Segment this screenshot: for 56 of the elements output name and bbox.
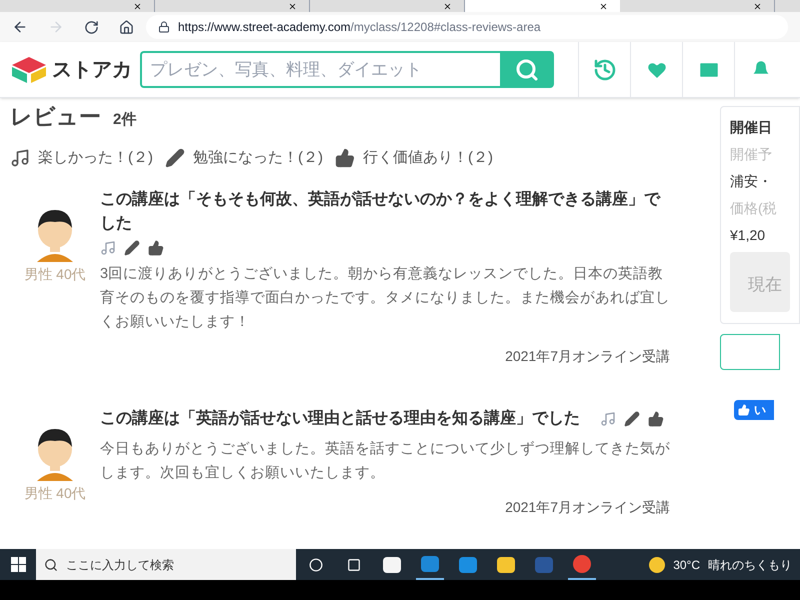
like-button[interactable]: い <box>734 400 774 420</box>
reviewer-info: 男性 40代 <box>24 264 86 284</box>
weather-icon[interactable] <box>649 556 666 572</box>
reload-icon[interactable] <box>84 20 99 34</box>
review-count: 2件 <box>113 110 136 130</box>
close-icon[interactable] <box>599 2 608 10</box>
reaction-count: 楽しかった！(２) <box>38 148 153 168</box>
close-icon[interactable] <box>753 2 762 10</box>
reviewer-info: 男性 40代 <box>24 484 86 502</box>
cortana-circle-icon[interactable] <box>309 558 323 572</box>
review-title: この講座は「そもそも何故、英語が話せないのか？をよく理解できる講座」でした <box>100 189 662 234</box>
search-field[interactable]: プレゼン、写真、料理、ダイエット <box>140 51 500 88</box>
outlined-button[interactable] <box>720 334 780 370</box>
close-icon[interactable] <box>133 2 142 10</box>
field-value: 浦安・ <box>730 172 773 191</box>
search-icon <box>44 558 58 572</box>
review-date: 2021年7月オンライン受講 <box>504 346 670 366</box>
card-heading: 開催日 <box>730 118 773 137</box>
app-icon[interactable] <box>383 556 401 572</box>
taskbar-search-field[interactable]: ここに入力して検索 <box>36 549 296 580</box>
pencil-icon <box>165 148 185 168</box>
close-icon[interactable] <box>443 2 452 10</box>
review-body: 今日もありがとうございました。英語を話すことについて少しずつ理解してきた気がします。次回も宜しくお願いいたします。 <box>100 440 670 482</box>
address-bar[interactable]: https://www.street-academy.com/myclass/12208#class-reviews-area <box>146 15 788 39</box>
thumbs-up-icon <box>335 148 355 168</box>
reviews-heading: レビュー <box>10 103 101 131</box>
review-title: この講座は「英語が話せない理由と話せる理由を知る講座」でした <box>100 408 580 428</box>
close-icon[interactable] <box>288 2 297 10</box>
field-label: 開催予 <box>730 145 773 164</box>
back-icon[interactable] <box>12 19 28 35</box>
search-icon <box>515 58 539 82</box>
lock-icon <box>158 21 170 33</box>
thumbs-up-icon <box>648 410 664 426</box>
music-note-icon <box>10 148 30 168</box>
search-button[interactable] <box>500 51 554 88</box>
logo-icon <box>10 54 48 84</box>
history-icon[interactable] <box>592 58 616 82</box>
field-value: ¥1,20 <box>730 226 766 245</box>
thumbs-up-icon <box>148 240 164 256</box>
field-label: 価格(税 <box>730 199 778 218</box>
music-note-icon <box>100 240 116 256</box>
app-icon[interactable] <box>497 556 515 572</box>
pencil-icon <box>624 410 640 426</box>
music-note-icon <box>600 410 616 426</box>
temperature: 30°C <box>673 556 700 574</box>
home-icon[interactable] <box>119 20 134 34</box>
review-date: 2021年7月オンライン受講 <box>504 498 670 516</box>
logo-text[interactable]: ストアカ <box>52 54 132 84</box>
windows-logo-icon[interactable] <box>10 557 26 572</box>
weather-text: 晴れのちくもり <box>708 556 792 574</box>
pencil-icon <box>124 240 140 256</box>
reaction-count: 勉強になった！(２) <box>193 148 323 168</box>
task-view-icon[interactable] <box>347 558 361 572</box>
thumbs-up-icon <box>738 404 750 416</box>
review-body: 3回に渡りありがとうございました。朝から有意義なレッスンでした。日本の英語教育そのものを覆す指導で面白かったです。タメになりました。また機会があれば宜しくお願いいたします！ <box>100 264 670 332</box>
reaction-count: 行く価値あり！(２) <box>363 148 493 168</box>
